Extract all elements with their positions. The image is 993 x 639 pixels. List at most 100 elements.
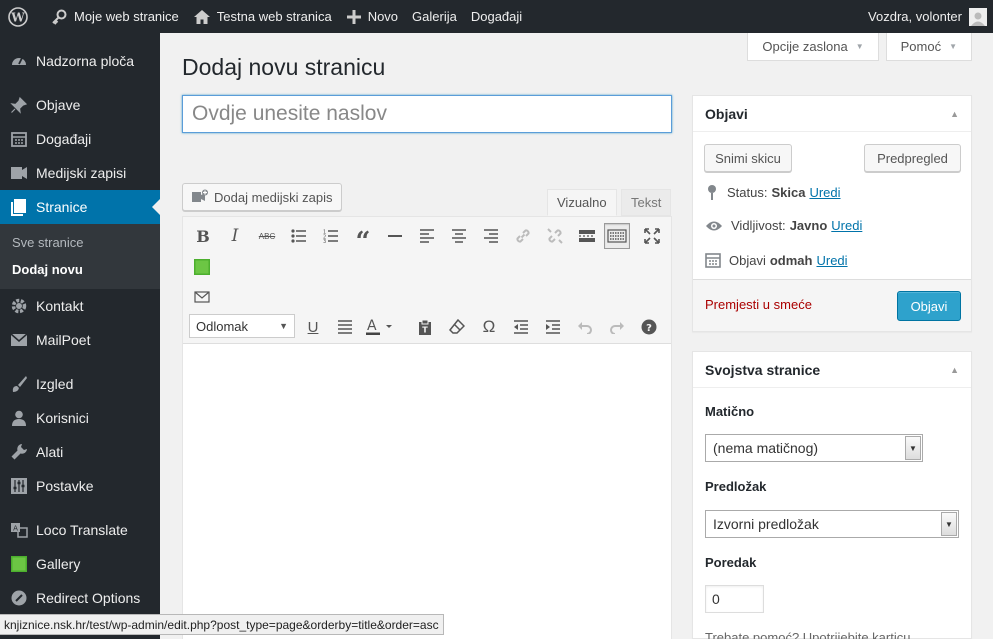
template-select[interactable]: Izvorni predložak ▼ [705,510,959,538]
my-sites-menu[interactable]: Moje web stranice [43,0,186,33]
screen-options-button[interactable]: Opcije zaslona ▼ [747,33,879,61]
sidebar-item-gallery[interactable]: Gallery [0,547,160,581]
edit-publish-time-link[interactable]: Uredi [816,253,847,268]
admin-bar: W Moje web stranice Testna web stranica … [0,0,993,33]
publish-time-row: Objavi odmah Uredi [705,252,848,268]
blockquote-icon[interactable]: “ [350,223,376,257]
toolbar-toggle-icon[interactable] [604,223,630,249]
gallery-plugin-icon[interactable] [189,254,215,280]
events-menu[interactable]: Događaji [464,0,529,33]
help-button[interactable]: Pomoć ▼ [885,33,972,61]
align-left-icon[interactable] [414,223,440,249]
avatar [969,7,987,26]
new-content-menu[interactable]: Novo [339,0,405,33]
my-account-menu[interactable]: Vozdra, volonter [868,7,993,26]
editor-toolbar: B I ABC 123 “ Odlomak ▼ U A T Ω ? [183,217,671,344]
mail-icon [9,330,29,350]
help-icon[interactable]: ? [636,314,662,340]
publish-time-label: Objavi [729,252,766,268]
pin-icon [9,95,29,115]
pages-icon [9,197,29,217]
caret-down-icon: ▼ [949,42,957,51]
sidebar-item-users[interactable]: Korisnici [0,401,160,435]
sidebar-item-label: Medijski zapisi [36,165,127,181]
text-color-icon[interactable]: A [364,314,400,340]
preview-button[interactable]: Predpregled [864,144,961,172]
site-name-menu[interactable]: Testna web stranica [186,0,339,33]
redo-icon[interactable] [604,314,630,340]
sidebar-item-loco-translate[interactable]: A Loco Translate [0,513,160,547]
sidebar-item-posts[interactable]: Objave [0,88,160,122]
gallery-menu[interactable]: Galerija [405,0,464,33]
user-icon [9,408,29,428]
strikethrough-icon[interactable]: ABC [254,223,280,249]
collapse-arrow-icon[interactable]: ▲ [950,109,959,119]
paste-text-icon[interactable]: T [412,314,438,340]
screen-options-label: Opcije zaslona [762,39,848,54]
editor-content-area[interactable] [183,344,671,639]
tab-text[interactable]: Tekst [621,189,672,216]
screen-meta-links: Opcije zaslona ▼ Pomoć ▼ [747,33,972,61]
sidebar-item-settings[interactable]: Postavke [0,469,160,503]
publish-box-header[interactable]: Objavi ▲ [693,96,971,132]
collapse-arrow-icon[interactable]: ▲ [950,365,959,375]
align-center-icon[interactable] [446,223,472,249]
admin-sidebar: Nadzorna ploča Objave Događaji Medijski … [0,33,160,639]
sidebar-item-label: Stranice [36,199,88,215]
menu-order-input[interactable]: 0 [705,585,764,613]
mailpoet-form-icon[interactable] [189,284,215,310]
link-icon[interactable] [510,223,536,249]
add-media-button[interactable]: Dodaj medijski zapis [182,183,342,211]
indent-icon[interactable] [540,314,566,340]
chevron-down-icon: ▼ [905,436,921,460]
translate-icon: A [9,520,29,540]
clear-formatting-icon[interactable] [444,314,470,340]
italic-icon[interactable]: I [222,223,248,249]
align-right-icon[interactable] [478,223,504,249]
sidebar-item-pages[interactable]: Stranice [0,190,160,224]
fullscreen-icon[interactable] [639,223,665,249]
save-draft-button[interactable]: Snimi skicu [704,144,792,172]
outdent-icon[interactable] [508,314,534,340]
page-attributes-header[interactable]: Svojstva stranice ▲ [693,352,971,388]
bullet-list-icon[interactable] [286,223,312,249]
sidebar-item-mailpoet[interactable]: MailPoet [0,323,160,357]
wrench-icon [9,442,29,462]
bold-icon[interactable]: B [190,223,216,249]
redirect-icon [9,588,29,608]
tab-visual[interactable]: Vizualno [547,189,617,216]
horizontal-line-icon[interactable] [382,223,408,249]
sidebar-item-events[interactable]: Događaji [0,122,160,156]
visibility-row: Vidljivost: Javno Uredi [705,218,862,233]
add-media-label: Dodaj medijski zapis [214,189,333,205]
sidebar-item-appearance[interactable]: Izgled [0,367,160,401]
edit-status-link[interactable]: Uredi [809,185,840,200]
special-character-icon[interactable]: Ω [476,314,502,340]
paragraph-format-select[interactable]: Odlomak ▼ [189,314,295,338]
submenu-item-add-new[interactable]: Dodaj novu [0,256,160,283]
sidebar-item-media[interactable]: Medijski zapisi [0,156,160,190]
parent-select[interactable]: (nema matičnog) ▼ [705,434,923,462]
move-to-trash-link[interactable]: Premjesti u smeće [705,297,812,312]
read-more-icon[interactable] [574,223,600,249]
numbered-list-icon[interactable]: 123 [318,223,344,249]
sidebar-item-contact[interactable]: Kontakt [0,289,160,323]
wordpress-logo-icon[interactable]: W [0,0,43,33]
undo-icon[interactable] [572,314,598,340]
media-add-icon [192,189,208,202]
post-title-input[interactable] [182,95,672,133]
edit-visibility-link[interactable]: Uredi [831,218,862,233]
sidebar-item-label: Postavke [36,478,94,494]
sidebar-item-redirect-options[interactable]: Redirect Options [0,581,160,615]
publish-button[interactable]: Objavi [897,291,961,321]
underline-icon[interactable]: U [300,314,326,340]
sidebar-item-tools[interactable]: Alati [0,435,160,469]
svg-text:W: W [10,10,25,24]
justify-icon[interactable] [332,314,358,340]
site-name-label: Testna web stranica [216,9,332,24]
plus-icon [346,9,361,24]
submenu-item-all-pages[interactable]: Sve stranice [0,229,160,256]
gallery-icon [9,554,29,574]
sidebar-item-dashboard[interactable]: Nadzorna ploča [0,44,160,78]
unlink-icon[interactable] [542,223,568,249]
